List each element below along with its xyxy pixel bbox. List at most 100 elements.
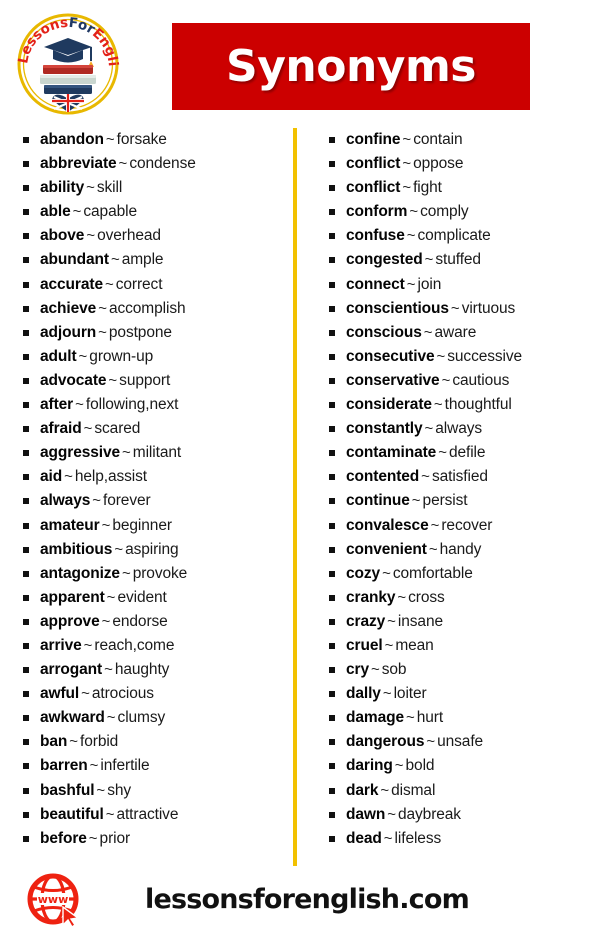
page-footer: www lessonsforenglish.com xyxy=(0,866,600,933)
right-synonym-list: confine ~ contain conflict ~ oppose conflict ~ f… xyxy=(329,128,600,851)
synonym-row: abundant ~ ample xyxy=(23,248,293,272)
synonym-row: contaminate ~ defile xyxy=(329,441,600,465)
synonym-word: militant xyxy=(132,444,182,462)
synonym-row: continue ~ persist xyxy=(329,489,600,513)
synonym-word: skill xyxy=(96,179,123,197)
tilde-separator: ~ xyxy=(118,155,128,173)
square-bullet-icon xyxy=(23,185,29,192)
tilde-separator: ~ xyxy=(98,323,107,341)
square-bullet-icon xyxy=(23,233,29,240)
synonym-word: sob xyxy=(381,661,407,679)
synonym-word: forbid xyxy=(80,733,119,751)
tilde-separator: ~ xyxy=(382,685,392,703)
square-bullet-icon xyxy=(23,835,29,842)
synonym-row: above ~ overhead xyxy=(23,224,293,248)
tilde-separator: ~ xyxy=(64,468,73,486)
square-bullet-icon xyxy=(23,618,29,625)
synonym-row: cry ~ sob xyxy=(329,658,600,682)
tilde-separator: ~ xyxy=(450,299,460,317)
tilde-separator: ~ xyxy=(438,444,447,462)
square-bullet-icon xyxy=(329,209,335,216)
headword: dally xyxy=(346,685,381,703)
headword: barren xyxy=(40,757,88,775)
headword: aid xyxy=(40,468,63,486)
headword: congested xyxy=(346,251,423,269)
square-bullet-icon xyxy=(329,739,335,746)
tilde-separator: ~ xyxy=(101,516,111,534)
square-bullet-icon xyxy=(23,450,29,457)
square-bullet-icon xyxy=(329,498,335,505)
square-bullet-icon xyxy=(329,233,335,240)
tilde-separator: ~ xyxy=(382,564,391,582)
synonym-word: clumsy xyxy=(117,709,166,727)
synonym-word: aware xyxy=(434,323,477,341)
headword: adult xyxy=(40,347,77,365)
square-bullet-icon xyxy=(23,522,29,529)
square-bullet-icon xyxy=(23,281,29,288)
tilde-separator: ~ xyxy=(104,275,114,293)
tilde-separator: ~ xyxy=(108,371,118,389)
synonym-word: virtuous xyxy=(461,299,516,317)
synonym-word: shy xyxy=(107,781,132,799)
tilde-separator: ~ xyxy=(406,227,416,245)
headword: cranky xyxy=(346,588,396,606)
tilde-separator: ~ xyxy=(409,203,419,221)
synonym-row: conservative ~ cautious xyxy=(329,369,600,393)
headword: considerate xyxy=(346,396,432,414)
synonym-word: cautious xyxy=(452,371,510,389)
synonym-word: comply xyxy=(420,203,469,221)
www-label: www xyxy=(38,893,69,906)
right-column: confine ~ contain conflict ~ oppose conflict ~ f… xyxy=(293,128,600,866)
tilde-separator: ~ xyxy=(384,636,394,654)
square-bullet-icon xyxy=(329,618,335,625)
tilde-separator: ~ xyxy=(387,612,396,630)
square-bullet-icon xyxy=(23,329,29,336)
synonym-row: accurate ~ correct xyxy=(23,273,293,297)
headword: arrive xyxy=(40,636,82,654)
tilde-separator: ~ xyxy=(105,131,115,148)
headword: abundant xyxy=(40,251,109,269)
headword: conscientious xyxy=(346,299,449,317)
synonym-row: crazy ~ insane xyxy=(329,610,600,634)
synonym-row: dangerous ~ unsafe xyxy=(329,730,600,754)
headword: ability xyxy=(40,179,85,197)
headword: damage xyxy=(346,709,404,727)
page-header: LessonsForEnglish.Com xyxy=(0,0,600,122)
synonym-row: conform ~ comply xyxy=(329,200,600,224)
synonym-row: dead ~ lifeless xyxy=(329,827,600,851)
synonym-word: following,next xyxy=(85,396,179,414)
headword: achieve xyxy=(40,299,97,317)
tilde-separator: ~ xyxy=(83,420,93,438)
tilde-separator: ~ xyxy=(406,275,416,293)
square-bullet-icon xyxy=(329,161,335,168)
square-bullet-icon xyxy=(329,426,335,433)
synonym-row: conscientious ~ virtuous xyxy=(329,297,600,321)
synonym-word: bold xyxy=(405,757,435,775)
tilde-separator: ~ xyxy=(430,516,440,534)
square-bullet-icon xyxy=(329,835,335,842)
headword: bashful xyxy=(40,781,95,799)
synonym-word: accomplish xyxy=(108,299,186,317)
headword: daring xyxy=(346,757,393,775)
square-bullet-icon xyxy=(23,715,29,722)
square-bullet-icon xyxy=(329,281,335,288)
headword: consecutive xyxy=(346,347,435,365)
synonyms-columns: abandon ~ forsake abbreviate ~ condense abilit… xyxy=(0,128,600,866)
synonym-word: attractive xyxy=(116,805,179,823)
synonym-row: daring ~ bold xyxy=(329,754,600,778)
headword: accurate xyxy=(40,275,103,293)
square-bullet-icon xyxy=(329,691,335,698)
square-bullet-icon xyxy=(23,787,29,794)
site-logo: LessonsForEnglish.Com xyxy=(12,12,124,116)
synonym-word: evident xyxy=(117,588,167,606)
headword: crazy xyxy=(346,612,386,630)
synonym-word: loiter xyxy=(393,685,427,703)
headword: abbreviate xyxy=(40,155,117,173)
synonym-word: successive xyxy=(447,347,523,365)
synonym-row: aggressive ~ militant xyxy=(23,441,293,465)
headword: ban xyxy=(40,733,68,751)
synonym-row: dark ~ dismal xyxy=(329,779,600,803)
synonym-row: arrogant ~ haughty xyxy=(23,658,293,682)
synonym-row: achieve ~ accomplish xyxy=(23,297,293,321)
square-bullet-icon xyxy=(23,570,29,577)
